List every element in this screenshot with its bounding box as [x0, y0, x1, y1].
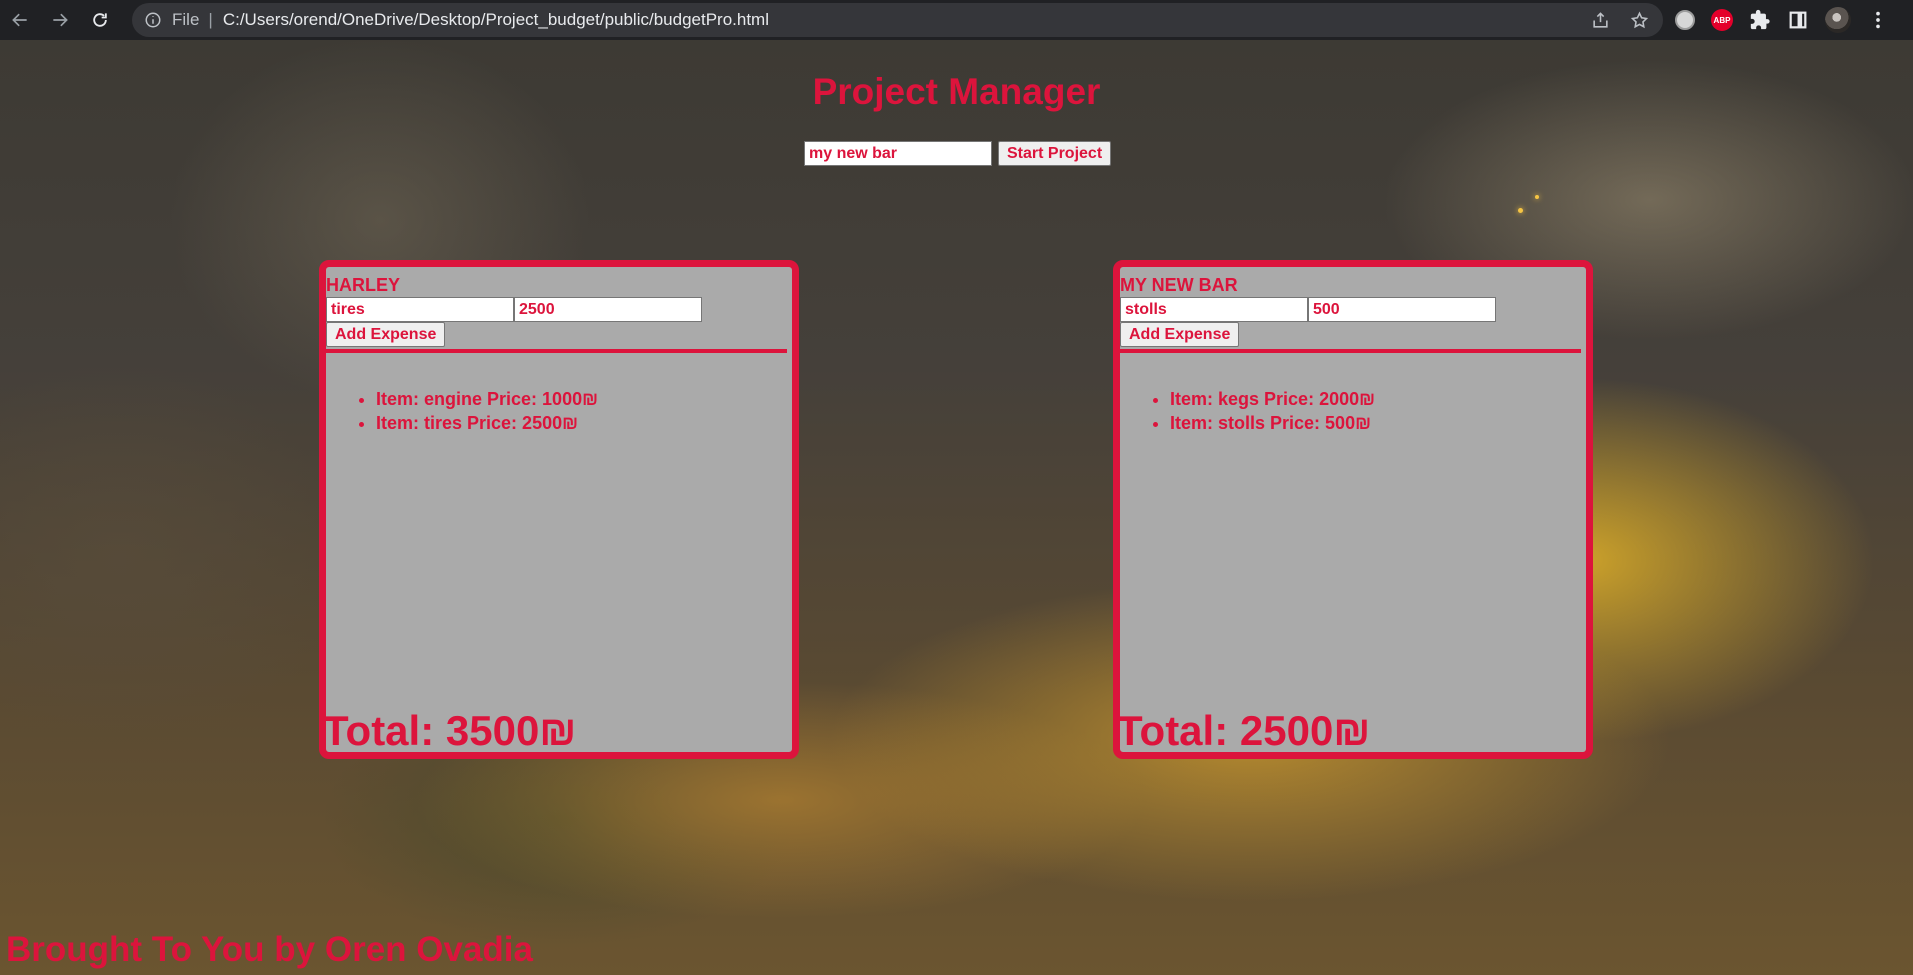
address-bar[interactable]: File | C:/Users/orend/OneDrive/Desktop/P… — [132, 3, 1663, 37]
arrow-right-icon — [53, 13, 68, 27]
add-expense-button[interactable]: Add Expense — [326, 322, 446, 347]
expense-item: Item: kegs Price: 2000₪ — [1170, 387, 1375, 411]
expense-list: Item: engine Price: 1000₪ Item: tires Pr… — [326, 387, 598, 435]
star-icon[interactable] — [1630, 11, 1649, 30]
info-icon[interactable] — [144, 11, 162, 29]
more-vertical-icon[interactable] — [1867, 9, 1889, 31]
project-card: HARLEY Add Expense Item: engine Price: 1… — [319, 260, 799, 759]
project-name: HARLEY — [326, 275, 401, 295]
reload-icon — [93, 13, 107, 27]
card-divider — [1120, 349, 1581, 353]
forward-button[interactable] — [40, 0, 80, 40]
expense-item: Item: stolls Price: 500₪ — [1170, 411, 1375, 435]
arrow-left-icon — [12, 13, 27, 27]
browser-toolbar: File | C:/Users/orend/OneDrive/Desktop/P… — [0, 0, 1913, 40]
url-separator: | — [208, 10, 213, 29]
expense-price-input[interactable] — [514, 297, 702, 322]
puzzle-icon[interactable] — [1749, 9, 1771, 31]
expense-item-input[interactable] — [326, 297, 514, 322]
expense-item: Item: tires Price: 2500₪ — [376, 411, 598, 435]
profile-avatar[interactable] — [1825, 7, 1851, 33]
card-divider — [326, 349, 787, 353]
page-background: Project Manager Start Project HARLEY Add… — [0, 40, 1913, 975]
new-project-form: Start Project — [804, 141, 1112, 166]
project-total: Total: 3500₪ — [323, 707, 577, 754]
share-icon[interactable] — [1591, 11, 1610, 30]
page-title: Project Manager — [812, 71, 1101, 112]
background-sparkle — [1535, 195, 1539, 199]
project-total: Total: 2500₪ — [1117, 707, 1371, 754]
url-scheme: File — [172, 10, 200, 29]
expense-list: Item: kegs Price: 2000₪ Item: stolls Pri… — [1120, 387, 1375, 435]
start-project-button[interactable]: Start Project — [998, 141, 1112, 166]
project-card: MY NEW BAR Add Expense Item: kegs Price:… — [1113, 260, 1593, 759]
expense-price-input[interactable] — [1308, 297, 1496, 322]
reload-button[interactable] — [80, 0, 120, 40]
footer-credit: Brought To You by Oren Ovadia — [6, 930, 533, 969]
back-button[interactable] — [0, 0, 40, 40]
project-name: MY NEW BAR — [1120, 275, 1238, 295]
add-expense-button[interactable]: Add Expense — [1120, 322, 1240, 347]
url-text[interactable]: C:/Users/orend/OneDrive/Desktop/Project_… — [223, 10, 769, 30]
side-panel-icon[interactable] — [1787, 9, 1809, 31]
expense-item: Item: engine Price: 1000₪ — [376, 387, 598, 411]
extension-icon[interactable] — [1675, 10, 1695, 30]
adblock-icon[interactable]: ABP — [1711, 9, 1733, 31]
expense-item-input[interactable] — [1120, 297, 1308, 322]
project-name-input[interactable] — [804, 141, 992, 166]
background-sparkle — [1518, 208, 1523, 213]
